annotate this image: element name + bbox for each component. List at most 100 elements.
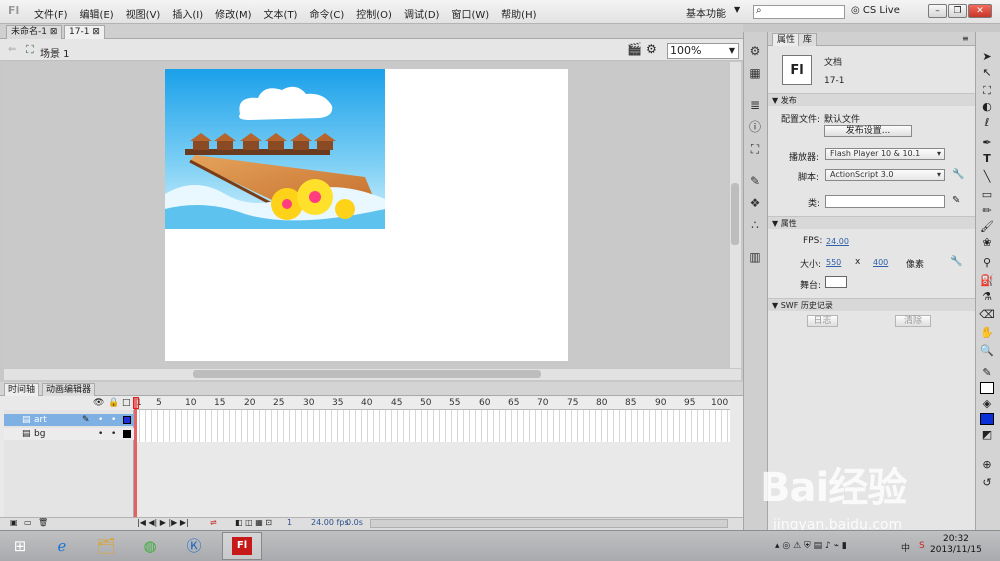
line-tool-icon[interactable]: ╲ [978,170,996,184]
workspace-switcher[interactable]: 基本功能 [686,5,726,20]
stage-artwork[interactable] [165,69,385,229]
outline-color-swatch[interactable] [123,430,131,438]
horizontal-scroll-thumb[interactable] [193,370,541,378]
menu-control[interactable]: 控制(O) [356,6,392,21]
selection-tool-icon[interactable]: ➤ [978,50,996,64]
back-arrow-icon[interactable]: ⇐ [8,44,16,55]
subselection-tool-icon[interactable]: ↖ [978,66,996,80]
tab-close-icon[interactable]: ⊠ [50,27,58,37]
zoom-tool-icon[interactable]: 🔍 [978,344,996,358]
vertical-scroll-thumb[interactable] [731,183,739,245]
player-select[interactable]: Flash Player 10 & 10.1 ▾ [825,148,945,160]
menu-help[interactable]: 帮助(H) [501,6,536,21]
properties-section-header[interactable]: ▼ 属性 [768,216,975,229]
restore-button[interactable]: ❐ [948,4,967,18]
menu-file[interactable]: 文件(F) [34,6,68,21]
eraser-tool-icon[interactable]: ⌫ [978,308,996,322]
menu-insert[interactable]: 插入(I) [172,6,203,21]
tab-timeline[interactable]: 时间轴 [4,383,40,396]
ime-indicator[interactable]: 中 [901,541,910,554]
workspace-dropdown-icon[interactable]: ▼ [734,5,740,14]
stroke-color-swatch[interactable] [980,382,994,394]
menu-debug[interactable]: 调试(D) [404,6,440,21]
sogou-ime-icon[interactable]: S [919,541,925,551]
transform-icon[interactable]: ⛶ [747,142,763,156]
close-button[interactable]: ✕ [968,4,992,18]
stage-color-swatch[interactable] [825,276,847,288]
wrench-icon[interactable]: 🔧 [952,169,964,180]
menu-commands[interactable]: 命令(C) [309,6,344,21]
file-explorer-icon[interactable]: 🗂 [88,533,124,559]
stage-height[interactable]: 400 [873,258,888,267]
bone-tool-icon[interactable]: ⚲ [978,256,996,270]
smooth-icon[interactable]: ↺ [978,476,996,490]
menu-edit[interactable]: 编辑(E) [80,6,114,21]
brush-tool-icon[interactable]: 🖌 [978,220,996,234]
stage-width[interactable]: 550 [826,258,841,267]
script-select[interactable]: ActionScript 3.0 ▾ [825,169,945,181]
paint-bucket-tool-icon[interactable]: ⛽ [978,274,996,288]
outline-icon[interactable]: □ [122,398,131,408]
lock-dot[interactable]: • [111,414,116,426]
deco-tool-icon[interactable]: ❀ [978,236,996,250]
menu-view[interactable]: 视图(V) [126,6,161,21]
text-tool-icon[interactable]: T [978,152,996,166]
lasso-tool-icon[interactable]: ℓ [978,116,996,130]
panel-menu-icon[interactable]: ≡ [962,34,969,43]
motion-presets-icon[interactable]: ∴ [747,218,763,232]
kugou-icon[interactable]: Ⓚ [176,533,212,559]
edit-scene-icon[interactable]: 🎬 [627,42,642,56]
lock-icon[interactable]: 🔒 [108,398,119,408]
playhead-handle[interactable] [133,397,139,409]
tab-close-icon[interactable]: ⊠ [92,27,100,37]
3d-rotation-tool-icon[interactable]: ◐ [978,100,996,114]
info-icon[interactable]: ⓘ [747,120,763,134]
swatches-icon[interactable]: ▥ [747,250,763,264]
pencil-tool-icon[interactable]: ✏ [978,204,996,218]
zoom-select[interactable]: 100% ▼ [667,43,739,59]
free-transform-tool-icon[interactable]: ⛶ [978,84,996,98]
delete-layer-icon[interactable]: 🗑 [38,518,48,527]
tray-icons[interactable]: ▴ ◎ ⚠ ⛨ ▤ ♪ ⌁ ▮ [775,541,847,551]
code-snippets-icon[interactable]: ✎ [747,174,763,188]
new-folder-icon[interactable]: ▭ [24,518,32,527]
help-search-input[interactable] [753,5,845,19]
library-icon[interactable]: ▦ [747,66,763,80]
log-button[interactable]: 日志 [807,315,838,327]
align-icon[interactable]: ≣ [747,98,763,112]
lock-dot[interactable]: • [111,428,116,440]
publish-settings-button[interactable]: 发布设置... [824,125,912,137]
minimize-button[interactable]: – [928,4,947,18]
tab-motion-editor[interactable]: 动画编辑器 [42,383,96,396]
fps-value[interactable]: 24.00 [826,237,849,246]
visible-dot[interactable]: • [98,414,103,426]
tab-properties[interactable]: 属性 [772,33,801,46]
menu-modify[interactable]: 修改(M) [215,6,251,21]
fill-color-swatch[interactable] [980,413,994,425]
layer-row-bg[interactable]: bg ▤ • • [4,428,134,440]
cs-live-button[interactable]: ◎ CS Live [851,5,900,16]
tab-untitled-1[interactable]: 未命名-1 ⊠ [6,25,63,39]
browser-360-icon[interactable]: ◍ [132,533,168,559]
frame-grid[interactable] [134,410,730,442]
hand-tool-icon[interactable]: ✋ [978,326,996,340]
new-layer-icon[interactable]: ▣ [10,518,18,527]
properties-icon[interactable]: ⚙ [747,44,763,58]
tab-17-1[interactable]: 17-1 ⊠ [64,25,105,39]
visible-dot[interactable]: • [98,428,103,440]
publish-section-header[interactable]: ▼ 发布 [768,93,975,106]
timeline-horizontal-scrollbar[interactable] [370,519,728,528]
black-white-icon[interactable]: ◩ [978,428,996,442]
edit-class-icon[interactable]: ✎ [952,195,960,206]
outline-color-swatch[interactable] [123,416,131,424]
stroke-color-icon[interactable]: ✎ [978,366,996,380]
onion-skin-icons[interactable]: ◧ ◫ ▦ ⊡ [235,518,272,527]
center-frame-icon[interactable]: ⇌ [210,518,217,527]
eyedropper-tool-icon[interactable]: ⚗ [978,290,996,304]
internet-explorer-icon[interactable]: ℯ [44,533,80,559]
class-input[interactable] [825,195,945,208]
edit-symbols-icon[interactable]: ⚙ [646,42,657,56]
fill-color-icon[interactable]: ◈ [978,397,996,411]
playback-controls[interactable]: |◀ ◀| ▶ |▶ ▶| [137,518,189,527]
pen-tool-icon[interactable]: ✒ [978,136,996,150]
